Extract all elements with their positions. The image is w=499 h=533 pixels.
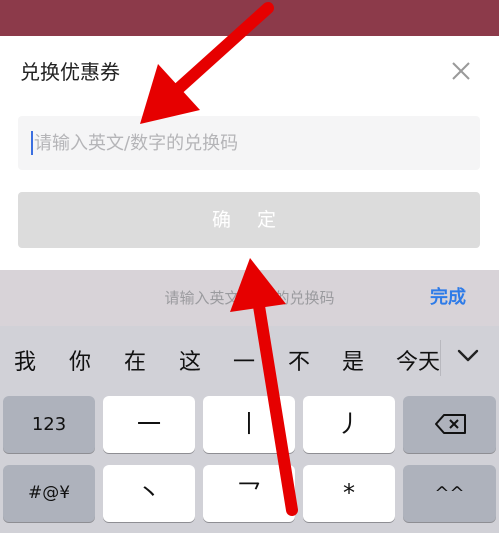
candidate-item[interactable]: 我: [14, 344, 36, 376]
candidate-item[interactable]: 这: [179, 344, 201, 376]
stroke-key-label: 丿: [337, 410, 361, 438]
stroke-key-zhe[interactable]: 乛: [203, 465, 295, 522]
keyboard: 我 你 在 这 一 不 是 今天 123 一 丨 丿 #@¥ 丶 乛 * ^^: [0, 326, 499, 533]
ime-hint-text: 请输入英文/数字的兑换码: [164, 289, 335, 307]
background-strip: [0, 0, 499, 36]
backspace-icon: [435, 414, 466, 434]
candidate-item[interactable]: 是: [342, 344, 364, 376]
done-button[interactable]: 完成: [430, 270, 466, 326]
stroke-key-heng[interactable]: 一: [103, 396, 195, 453]
close-button[interactable]: [446, 56, 476, 86]
coupon-dialog: 兑换优惠券 确 定: [0, 36, 499, 270]
delete-key[interactable]: [403, 396, 496, 453]
stroke-key-dian[interactable]: 丶: [103, 465, 195, 522]
symbols-key-label: #@¥: [27, 483, 71, 503]
stroke-key-label: 丨: [237, 410, 261, 438]
stroke-key-label: 一: [137, 410, 161, 438]
wildcard-key[interactable]: *: [303, 465, 395, 522]
numbers-key[interactable]: 123: [3, 396, 95, 453]
confirm-button[interactable]: 确 定: [18, 192, 480, 248]
stroke-key-label: 丶: [137, 479, 161, 507]
ime-toolbar: 请输入英文/数字的兑换码 完成: [0, 270, 499, 326]
emoticon-key[interactable]: ^^: [403, 465, 496, 522]
expand-candidates-button[interactable]: [446, 334, 490, 378]
candidate-item[interactable]: 你: [69, 344, 91, 376]
chevron-down-icon: [457, 349, 479, 362]
candidate-item[interactable]: 不: [288, 344, 310, 376]
emoticon-key-label: ^^: [434, 483, 465, 504]
candidate-item[interactable]: 今天: [396, 344, 440, 376]
coupon-code-input[interactable]: [34, 116, 474, 170]
wildcard-key-label: *: [343, 479, 355, 507]
candidate-item[interactable]: 一: [233, 344, 255, 376]
stroke-key-label: 乛: [237, 479, 261, 507]
code-input-container[interactable]: [18, 116, 480, 170]
symbols-key[interactable]: #@¥: [3, 465, 95, 522]
candidate-bar: 我 你 在 这 一 不 是 今天: [0, 326, 499, 390]
stroke-key-shu[interactable]: 丨: [203, 396, 295, 453]
stroke-key-pie[interactable]: 丿: [303, 396, 395, 453]
candidate-item[interactable]: 在: [124, 344, 146, 376]
candidate-divider: [440, 340, 441, 376]
text-caret: [31, 131, 33, 155]
dialog-title: 兑换优惠券: [20, 60, 120, 84]
close-icon: [452, 62, 470, 80]
numbers-key-label: 123: [31, 414, 67, 435]
